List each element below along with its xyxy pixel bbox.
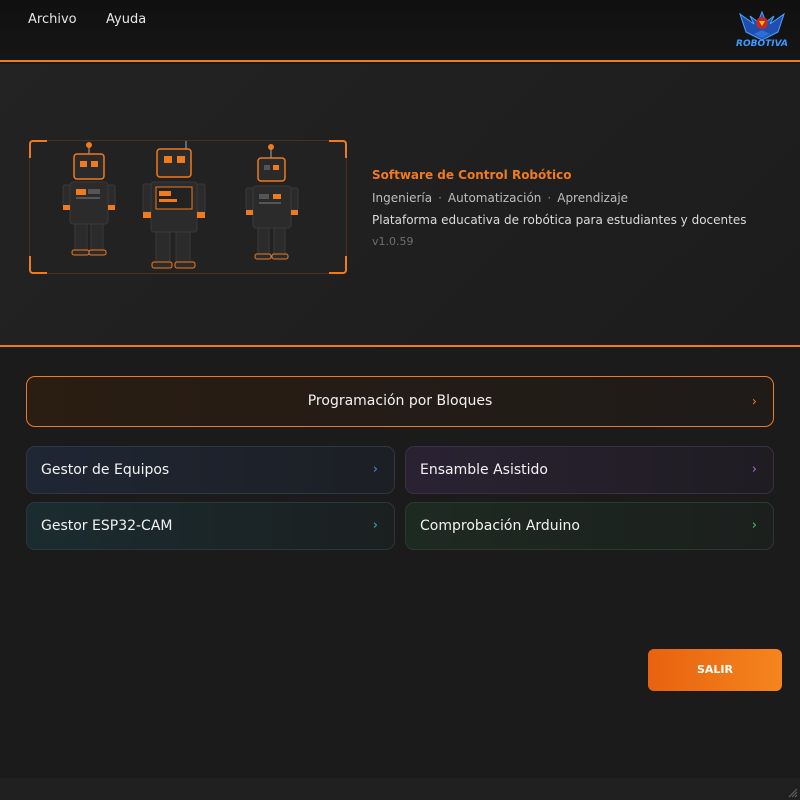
esp32-cam-manager-label: Gestor ESP32-CAM — [41, 518, 173, 534]
menu-archivo[interactable]: Archivo — [28, 12, 77, 27]
tag-separator: · — [547, 191, 552, 205]
team-manager-label: Gestor de Equipos — [41, 462, 170, 478]
hero-tags: Ingeniería · Automatización · Aprendizaje — [372, 191, 746, 205]
chevron-right-icon: › — [751, 462, 757, 477]
menu-bar: Archivo Ayuda ROBOTIVA — [0, 0, 800, 62]
hero-description: Plataforma educativa de robótica para es… — [372, 213, 747, 227]
status-bar — [0, 778, 800, 800]
chevron-right-icon: › — [372, 518, 378, 533]
tag-aprendizaje: Aprendizaje — [557, 191, 629, 205]
robotiva-logo: ROBOTIVA — [736, 6, 788, 56]
logo-text: ROBOTIVA — [736, 39, 788, 49]
esp32-cam-manager-button[interactable]: Gestor ESP32-CAM › — [26, 502, 395, 550]
chevron-right-icon: › — [372, 462, 378, 477]
hero-title: Software de Control Robótico — [372, 168, 572, 182]
hero-text: Software de Control Robótico Ingeniería ·… — [372, 168, 746, 248]
chevron-right-icon: › — [751, 518, 757, 533]
arduino-check-button[interactable]: Comprobación Arduino › — [405, 502, 774, 550]
hero-section: Software de Control Robótico Ingeniería ·… — [0, 64, 800, 347]
team-manager-button[interactable]: Gestor de Equipos › — [26, 446, 395, 494]
menu-ayuda[interactable]: Ayuda — [106, 12, 146, 27]
tag-ingenieria: Ingeniería — [372, 191, 433, 205]
robot-illustration — [29, 139, 347, 274]
assisted-assembly-label: Ensamble Asistido — [420, 462, 548, 478]
block-programming-label: Programación por Bloques — [307, 393, 493, 409]
block-programming-button[interactable]: Programación por Bloques › — [26, 376, 774, 427]
arduino-check-label: Comprobación Arduino — [420, 518, 580, 534]
resize-grip-icon[interactable] — [788, 788, 798, 798]
exit-button[interactable]: SALIR — [648, 649, 782, 691]
tag-separator: · — [438, 191, 442, 205]
version-label: v1.0.59 — [372, 235, 414, 248]
robots-icon — [62, 139, 299, 269]
tag-automatizacion: Automatización — [447, 191, 542, 205]
chevron-right-icon: › — [751, 394, 757, 409]
assisted-assembly-button[interactable]: Ensamble Asistido › — [405, 446, 774, 494]
